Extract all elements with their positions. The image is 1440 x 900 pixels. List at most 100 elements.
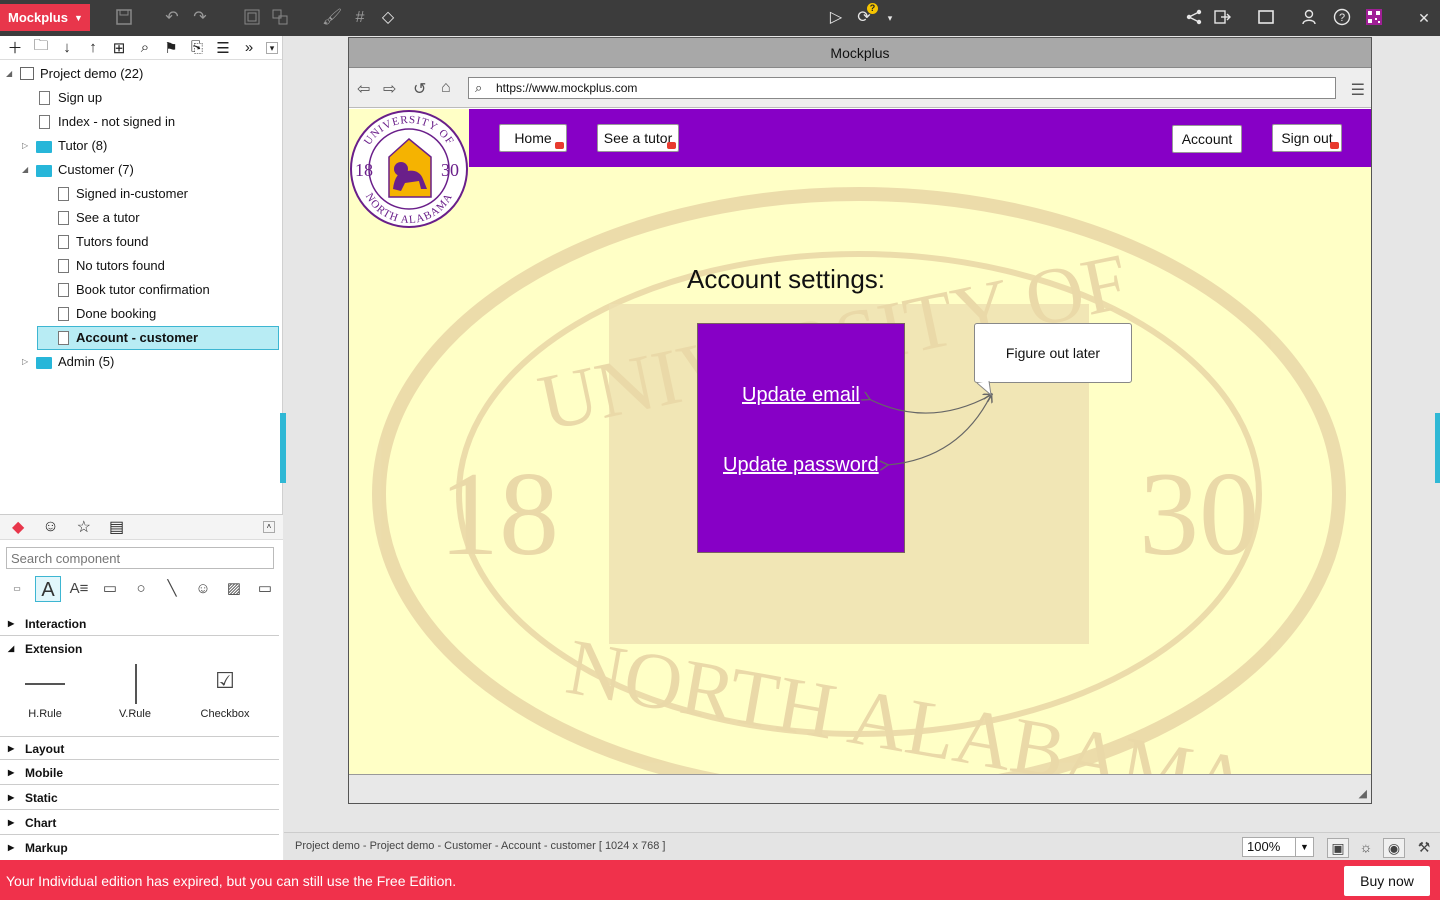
tree-item-page[interactable]: Done booking xyxy=(0,302,282,326)
components-cube-icon[interactable]: ◆ xyxy=(12,517,24,537)
add-page-icon[interactable]: ＋ xyxy=(6,37,24,58)
tree-item-folder[interactable]: ▷ Tutor (8) xyxy=(0,134,282,158)
format-painter-icon[interactable]: 🖌 xyxy=(322,8,342,28)
dropdown-icon[interactable]: ▾ xyxy=(266,41,278,54)
fullscreen-icon[interactable] xyxy=(1256,8,1276,28)
resize-grip-icon[interactable]: ◢ xyxy=(1359,787,1367,800)
collapsed-arrow-icon[interactable]: ▷ xyxy=(22,134,28,158)
template-icon[interactable]: ▤ xyxy=(109,517,124,537)
tree-item-label: No tutors found xyxy=(76,258,165,273)
qr-code-icon[interactable] xyxy=(1364,8,1384,28)
category-label: Mobile xyxy=(25,766,63,780)
expand-arrow-icon[interactable]: ◢ xyxy=(6,62,12,86)
left-panel-resize-handle[interactable] xyxy=(280,413,286,483)
frame-icon[interactable]: ▣ xyxy=(1327,838,1349,858)
flag-icon[interactable]: ⚑ xyxy=(162,39,180,57)
back-icon[interactable]: ⇦ xyxy=(357,79,370,99)
smiley-component-icon[interactable]: ☺ xyxy=(190,576,216,602)
input-component-icon[interactable]: ▭ xyxy=(252,576,278,602)
forward-icon[interactable]: ⇨ xyxy=(383,79,396,99)
undo-icon[interactable]: ↶ xyxy=(162,8,182,28)
expand-arrow-icon[interactable]: ◢ xyxy=(22,158,28,182)
fill-icon[interactable]: ◇ xyxy=(378,8,398,28)
save-icon[interactable] xyxy=(114,8,134,28)
category-extension[interactable]: ◢ Extension xyxy=(0,637,279,661)
circle-component-icon[interactable]: ○ xyxy=(128,576,154,602)
copy-icon[interactable]: ⎘ xyxy=(188,39,206,56)
home-icon[interactable]: ⌂ xyxy=(441,79,451,97)
tree-item-label: See a tutor xyxy=(76,210,140,225)
collapsed-arrow-icon: ▶ xyxy=(8,768,15,777)
help-icon[interactable]: ? xyxy=(1332,8,1352,28)
tree-item-page[interactable]: Tutors found xyxy=(0,230,282,254)
category-mobile[interactable]: ▶ Mobile xyxy=(0,761,279,785)
app-menu-button[interactable]: Mockplus ▼ xyxy=(0,4,90,31)
sign-out-button[interactable]: Sign out xyxy=(1272,124,1342,152)
reload-icon[interactable]: ↺ xyxy=(413,79,426,99)
checkbox-component[interactable]: ☑ Checkbox xyxy=(190,668,260,720)
update-password-link[interactable]: Update password xyxy=(723,454,879,477)
update-email-link[interactable]: Update email xyxy=(742,384,860,407)
close-icon[interactable]: ✕ xyxy=(1414,8,1434,28)
tree-item-page-selected[interactable]: Account - customer xyxy=(37,326,279,350)
play-icon[interactable]: ▷ xyxy=(826,8,846,28)
text-component-icon[interactable]: A xyxy=(35,576,61,602)
component-search-input[interactable] xyxy=(6,547,274,569)
home-button[interactable]: Home xyxy=(499,124,567,152)
search-icon[interactable]: ⌕ xyxy=(136,39,154,56)
folder-icon[interactable]: 🗀 xyxy=(32,35,50,60)
component-label: Checkbox xyxy=(200,708,250,720)
share-icon[interactable] xyxy=(1184,8,1204,28)
preview-eye-icon[interactable]: ◉ xyxy=(1383,838,1405,858)
category-chart[interactable]: ▶ Chart xyxy=(0,811,279,835)
tree-item-page[interactable]: Index - not signed in xyxy=(0,110,282,134)
rectangle-component-icon[interactable]: ▭ xyxy=(97,576,123,602)
move-up-icon[interactable]: ↑ xyxy=(84,39,102,56)
more-icon[interactable]: » xyxy=(240,39,258,56)
collapsed-arrow-icon[interactable]: ▷ xyxy=(22,350,28,374)
page-icon xyxy=(58,187,69,201)
menu-icon[interactable]: ☰ xyxy=(1351,80,1365,100)
ungroup-icon[interactable] xyxy=(270,8,290,28)
right-panel-resize-handle[interactable] xyxy=(1435,413,1440,483)
collapse-panel-icon[interactable]: ˄ xyxy=(263,521,275,533)
hierarchy-icon[interactable]: ⊞ xyxy=(110,39,128,57)
category-static[interactable]: ▶ Static xyxy=(0,786,279,810)
tree-item-page[interactable]: Book tutor confirmation xyxy=(0,278,282,302)
category-interaction[interactable]: ▶ Interaction xyxy=(0,612,279,636)
v-rule-component[interactable]: V.Rule xyxy=(100,664,170,720)
paragraph-component-icon[interactable]: A≡ xyxy=(66,576,92,602)
tree-item-folder[interactable]: ◢ Customer (7) xyxy=(0,158,282,182)
tree-item-label: Customer (7) xyxy=(58,162,134,177)
team-icon[interactable] xyxy=(1300,8,1320,28)
star-icon[interactable]: ☆ xyxy=(77,517,91,537)
chevron-down-icon[interactable]: ▾ xyxy=(880,8,900,28)
tree-item-page[interactable]: No tutors found xyxy=(0,254,282,278)
see-a-tutor-button[interactable]: See a tutor xyxy=(597,124,679,152)
url-field[interactable]: ⌕ https://www.mockplus.com xyxy=(468,77,1336,99)
account-button[interactable]: Account xyxy=(1172,125,1242,153)
grid-icon[interactable]: # xyxy=(350,8,370,28)
line-component-icon[interactable]: ╲ xyxy=(159,576,185,602)
buy-now-button[interactable]: Buy now xyxy=(1344,866,1430,896)
list-icon[interactable]: ☰ xyxy=(214,39,232,57)
sun-icon[interactable]: ☼ xyxy=(1355,838,1377,858)
category-markup[interactable]: ▶ Markup xyxy=(0,836,279,860)
category-layout[interactable]: ▶ Layout xyxy=(0,736,279,760)
tools-icon[interactable]: ⚒ xyxy=(1413,838,1435,858)
tree-item-folder[interactable]: ▷ Admin (5) xyxy=(0,350,282,374)
button-component-icon[interactable]: ▭ xyxy=(4,576,30,602)
move-down-icon[interactable]: ↓ xyxy=(58,39,76,56)
export-icon[interactable] xyxy=(1212,8,1232,28)
h-rule-component[interactable]: H.Rule xyxy=(10,668,80,720)
tree-item-page[interactable]: See a tutor xyxy=(0,206,282,230)
tree-item-page[interactable]: Sign up xyxy=(0,86,282,110)
image-component-icon[interactable]: ▨ xyxy=(221,576,247,602)
redo-icon[interactable]: ↷ xyxy=(190,8,210,28)
zoom-select[interactable]: 100% ▼ xyxy=(1242,837,1314,857)
annotation-note[interactable]: Figure out later xyxy=(974,323,1132,383)
tree-item-project[interactable]: ◢ Project demo (22) xyxy=(0,62,282,86)
emoji-icon[interactable]: ☺ xyxy=(42,518,58,536)
group-icon[interactable] xyxy=(242,8,262,28)
tree-item-page[interactable]: Signed in-customer xyxy=(0,182,282,206)
